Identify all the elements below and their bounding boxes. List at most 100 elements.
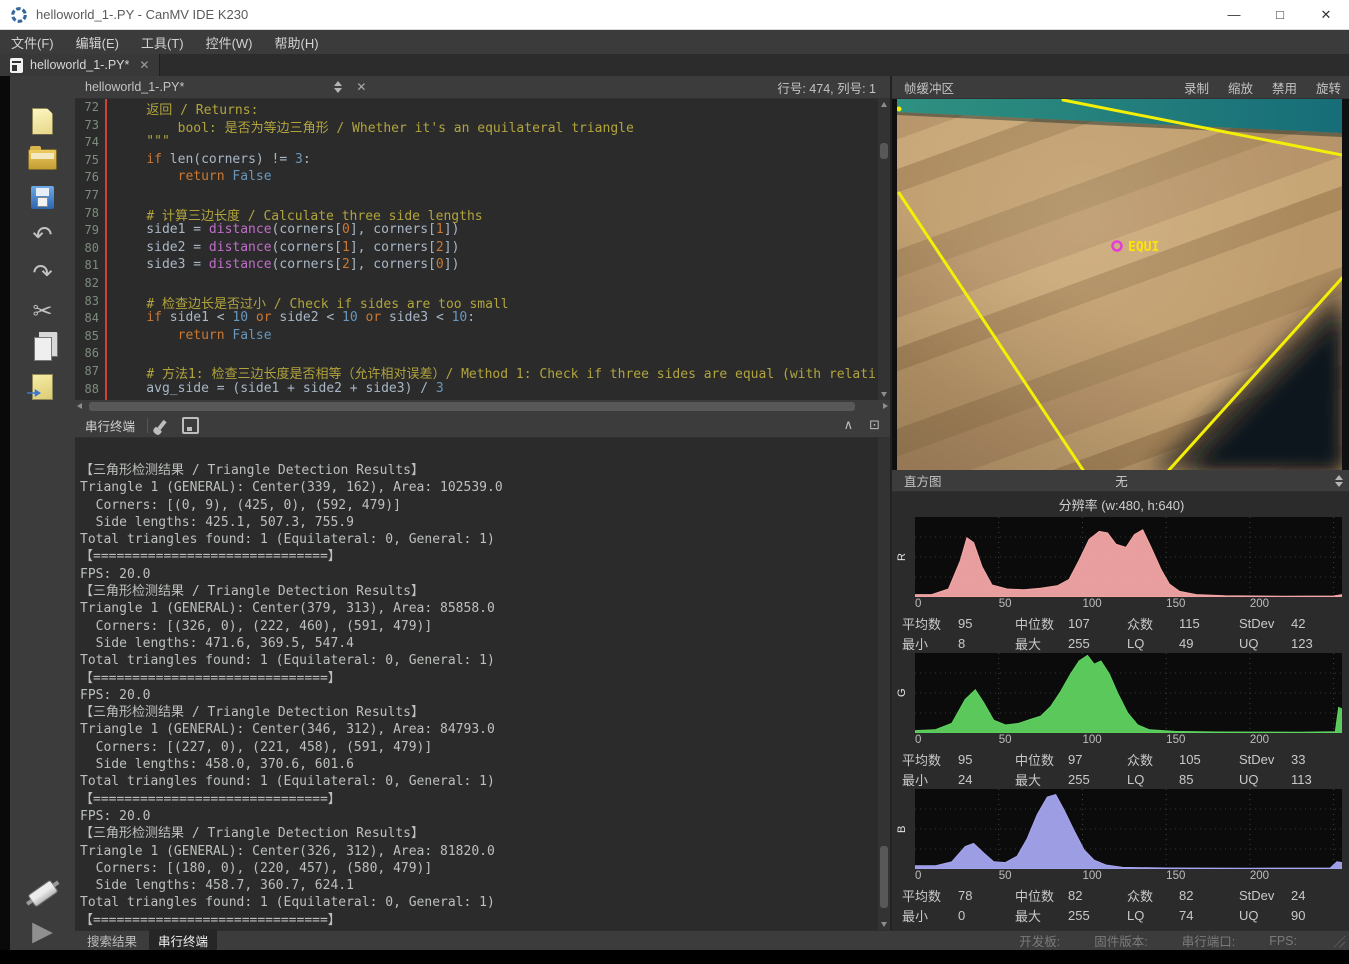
editor-vertical-scrollbar[interactable] <box>878 99 890 400</box>
tab-close-icon[interactable]: ✕ <box>139 58 149 72</box>
code-token: distance <box>209 222 272 237</box>
scroll-left-icon[interactable] <box>77 403 82 409</box>
framebuffer-button-1[interactable]: 缩放 <box>1228 78 1253 97</box>
cut-icon[interactable]: ✂ <box>18 292 68 330</box>
framebuffer-button-3[interactable]: 旋转 <box>1316 78 1341 97</box>
code-token: (corners[ <box>272 257 342 272</box>
code-editor[interactable]: 72 返回 / Returns:73 bool: 是否为等边三角形 / Whet… <box>75 99 890 400</box>
scroll-up-icon[interactable] <box>881 102 887 107</box>
status-right-info: 开发板:固件版本:串行端口:FPS: <box>1019 931 1331 950</box>
status-info-3: FPS: <box>1269 934 1297 948</box>
line-number: 83 <box>75 293 99 311</box>
scroll-down-icon[interactable] <box>881 392 887 397</box>
menu-item-1[interactable]: 编辑(E) <box>65 33 130 52</box>
maximize-button[interactable]: □ <box>1257 0 1303 29</box>
stat-value: 90 <box>1291 908 1342 923</box>
menu-item-4[interactable]: 帮助(H) <box>264 33 330 52</box>
menu-item-3[interactable]: 控件(W) <box>195 33 264 52</box>
stat-value: 42 <box>1291 616 1342 631</box>
line-number: 73 <box>75 117 99 135</box>
tick-label: 200 <box>1250 870 1269 882</box>
terminal-line: 【三角形检测结果 / Triangle Detection Results】 <box>80 704 878 721</box>
line-number: 72 <box>75 99 99 117</box>
code-token: side2 < <box>272 310 342 325</box>
resize-grip[interactable] <box>1331 934 1345 948</box>
stat-value: 74 <box>1179 908 1239 923</box>
scroll-down-icon[interactable] <box>881 922 887 927</box>
file-type-icon <box>10 58 23 73</box>
line-number: 75 <box>75 152 99 170</box>
paste-icon[interactable] <box>18 368 68 406</box>
close-button[interactable]: ✕ <box>1303 0 1349 29</box>
framebuffer-buttons: 录制缩放禁用旋转 <box>1184 78 1341 97</box>
tick-label: 150 <box>1166 870 1185 882</box>
menu-item-2[interactable]: 工具(T) <box>130 33 195 52</box>
save-log-icon[interactable] <box>182 417 199 434</box>
connect-icon[interactable] <box>18 874 68 912</box>
stat-label: 最小 <box>902 770 958 789</box>
code-token <box>115 328 178 343</box>
editor-scroll-thumb[interactable] <box>880 143 888 159</box>
editor-hscroll-thumb[interactable] <box>89 402 855 411</box>
terminal-scroll-thumb[interactable] <box>880 846 888 908</box>
toolbar: ↶↷✂ ▶ <box>10 76 75 950</box>
stat-value: 107 <box>1068 616 1127 631</box>
status-tab-1[interactable]: 串行终端 <box>149 929 217 952</box>
paste-icon-shape <box>32 374 53 400</box>
open-folder-icon[interactable] <box>18 140 68 178</box>
doc-switcher-spinner-icon[interactable] <box>334 81 342 93</box>
code-line: 77 <box>75 187 890 205</box>
stat-value: 0 <box>958 908 1015 923</box>
terminal-line: 【==============================】 <box>80 670 878 687</box>
terminal-line: Triangle 1 (GENERAL): Center(379, 313), … <box>80 600 878 617</box>
framebuffer-button-0[interactable]: 录制 <box>1184 78 1209 97</box>
stat-label: StDev <box>1239 752 1291 767</box>
file-tab[interactable]: helloworld_1-.PY* ✕ <box>0 54 160 76</box>
code-line: 84 if side1 < 10 or side2 < 10 or side3 … <box>75 310 890 328</box>
terminal-line: 【三角形检测结果 / Triangle Detection Results】 <box>80 583 878 600</box>
code-token: ]) <box>444 257 460 272</box>
code-token: (corners[ <box>272 240 342 255</box>
code-line: 83 # 检查边长是否过小 / Check if sides are too s… <box>75 293 890 311</box>
code-line: 72 返回 / Returns: <box>75 99 890 117</box>
line-number: 74 <box>75 134 99 152</box>
code-text: return False <box>115 328 272 346</box>
code-token: 10 <box>452 310 468 325</box>
code-line: 85 return False <box>75 328 890 346</box>
menu-item-0[interactable]: 文件(F) <box>0 33 65 52</box>
stat-value: 85 <box>1179 772 1239 787</box>
popout-panel-icon[interactable]: ⊡ <box>869 418 880 433</box>
copy-icon[interactable] <box>18 330 68 368</box>
minimize-button[interactable]: — <box>1211 0 1257 29</box>
code-token: ]) <box>444 222 460 237</box>
save-icon[interactable] <box>18 178 68 216</box>
run-icon[interactable]: ▶ <box>18 912 68 950</box>
code-line: 75 if len(corners) != 3: <box>75 152 890 170</box>
undo-icon[interactable]: ↶ <box>18 216 68 254</box>
tick-label: 0 <box>915 734 921 746</box>
collapse-panel-icon[interactable]: ∧ <box>844 418 854 433</box>
clear-terminal-icon[interactable] <box>157 420 166 430</box>
new-file-icon[interactable] <box>18 102 68 140</box>
stat-label: UQ <box>1239 772 1291 787</box>
editor-close-icon[interactable]: ✕ <box>356 80 366 94</box>
stat-value: 255 <box>1068 636 1127 651</box>
status-bar: 搜索结果串行终端 开发板:固件版本:串行端口:FPS: <box>75 930 1349 950</box>
line-number: 85 <box>75 328 99 346</box>
redo-icon[interactable]: ↷ <box>18 254 68 292</box>
scroll-right-icon[interactable] <box>883 403 888 409</box>
editor-doc-title: helloworld_1-.PY* <box>85 80 184 94</box>
marker-label: EQUI <box>1128 240 1159 255</box>
stat-value: 113 <box>1291 772 1342 787</box>
editor-horizontal-scrollbar[interactable] <box>75 400 890 413</box>
terminal-vertical-scrollbar[interactable] <box>878 438 890 930</box>
histogram-mode-select[interactable]: 无 <box>892 471 1349 490</box>
code-token: side1 = <box>115 222 209 237</box>
status-info-0: 开发板: <box>1019 931 1060 950</box>
status-tab-0[interactable]: 搜索结果 <box>78 929 146 952</box>
code-line: 87 # 方法1: 检查三边长度是否相等（允许相对误差）/ Method 1: … <box>75 363 890 381</box>
serial-terminal-output[interactable]: 【三角形检测结果 / Triangle Detection Results】Tr… <box>75 438 878 930</box>
framebuffer-button-2[interactable]: 禁用 <box>1272 78 1297 97</box>
code-token: if <box>146 152 169 167</box>
code-token <box>358 310 366 325</box>
